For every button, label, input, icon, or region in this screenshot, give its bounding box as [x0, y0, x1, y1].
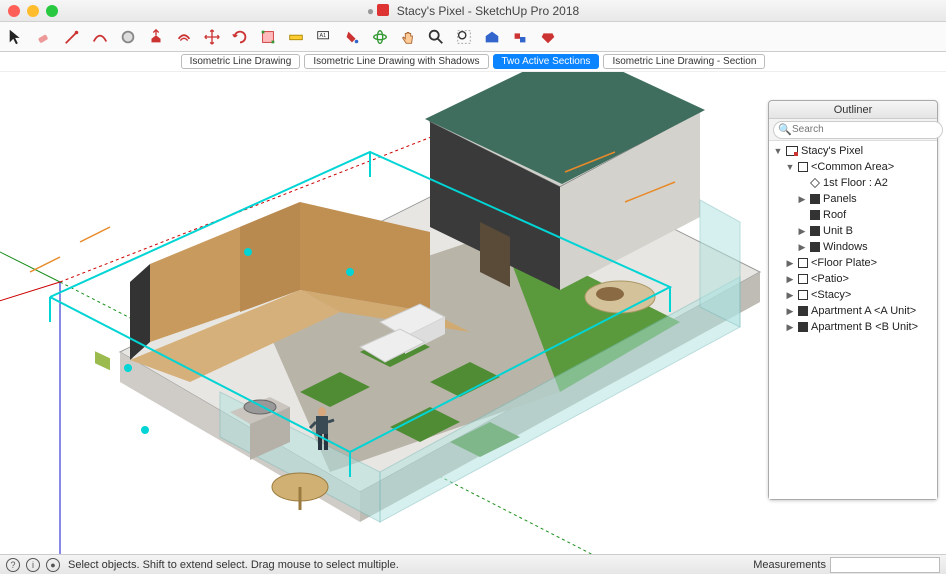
- paint-tool[interactable]: [340, 25, 364, 49]
- status-hint: Select objects. Shift to extend select. …: [68, 559, 753, 571]
- tape-tool[interactable]: [284, 25, 308, 49]
- group-icon: [798, 322, 808, 332]
- title-doc: Stacy's Pixel: [397, 4, 465, 18]
- group-icon: [810, 226, 820, 236]
- group-icon: [810, 210, 820, 220]
- group-icon: [798, 306, 808, 316]
- comp-icon: [798, 162, 808, 172]
- status-bar: ? i ● Select objects. Shift to extend se…: [0, 554, 946, 574]
- expander-icon[interactable]: ▶: [785, 274, 795, 285]
- help-icon[interactable]: ?: [6, 558, 20, 572]
- tree-label: 1st Floor : A2: [823, 177, 888, 189]
- comp-icon: [798, 258, 808, 268]
- tree-label: Apartment B <B Unit>: [811, 321, 918, 333]
- status-icons: ? i ●: [6, 558, 60, 572]
- tree-row[interactable]: ▶ <Patio>: [769, 271, 937, 287]
- tree-label: <Floor Plate>: [811, 257, 877, 269]
- move-tool[interactable]: [200, 25, 224, 49]
- doc-icon: [377, 4, 389, 16]
- line-tool[interactable]: [60, 25, 84, 49]
- titlebar: ● Stacy's Pixel - SketchUp Pro 2018: [0, 0, 946, 22]
- tree-label: Unit B: [823, 225, 853, 237]
- orbit-tool[interactable]: [368, 25, 392, 49]
- tree-label: <Stacy>: [811, 289, 851, 301]
- scale-tool[interactable]: [256, 25, 280, 49]
- model-icon: [786, 146, 798, 156]
- expander-icon[interactable]: ▶: [785, 306, 795, 317]
- outliner-search-input[interactable]: [773, 121, 943, 139]
- expander-icon[interactable]: ▶: [797, 194, 807, 205]
- comp-icon: [798, 290, 808, 300]
- measurements-input[interactable]: [830, 557, 940, 573]
- tree-label: <Common Area>: [811, 161, 894, 173]
- select-tool[interactable]: [4, 25, 28, 49]
- tree-row[interactable]: Roof: [769, 207, 937, 223]
- comp-icon: [798, 274, 808, 284]
- info-icon[interactable]: i: [26, 558, 40, 572]
- tree-row[interactable]: ▼ <Common Area>: [769, 159, 937, 175]
- pushpull-tool[interactable]: [144, 25, 168, 49]
- measurements-label: Measurements: [753, 559, 826, 571]
- tree-label: Windows: [823, 241, 868, 253]
- svg-text:A1: A1: [320, 33, 327, 39]
- tree-row[interactable]: ▶ Unit B: [769, 223, 937, 239]
- sect-icon: [810, 178, 820, 188]
- scene-tab[interactable]: Isometric Line Drawing with Shadows: [304, 54, 488, 69]
- tree-row[interactable]: ▶ Panels: [769, 191, 937, 207]
- shape-tool[interactable]: [116, 25, 140, 49]
- zoom-button[interactable]: [46, 5, 58, 17]
- pan-tool[interactable]: [396, 25, 420, 49]
- tree-label: <Patio>: [811, 273, 849, 285]
- expander-icon[interactable]: ▶: [797, 242, 807, 253]
- scene-tabs: Isometric Line Drawing Isometric Line Dr…: [0, 52, 946, 72]
- dirty-indicator: ●: [367, 4, 374, 18]
- expander-icon[interactable]: ▶: [785, 290, 795, 301]
- close-button[interactable]: [8, 5, 20, 17]
- offset-tool[interactable]: [172, 25, 196, 49]
- rotate-tool[interactable]: [228, 25, 252, 49]
- expander-icon[interactable]: ▶: [785, 258, 795, 269]
- outliner-tree[interactable]: ▼ Stacy's Pixel ▼ <Common Area> 1st Floor : …: [769, 141, 937, 499]
- tree-row[interactable]: ▶ <Floor Plate>: [769, 255, 937, 271]
- measurements-group: Measurements: [753, 557, 940, 573]
- window-controls: [8, 5, 58, 17]
- outliner-title[interactable]: Outliner: [769, 101, 937, 119]
- window-title: ● Stacy's Pixel - SketchUp Pro 2018: [0, 4, 946, 18]
- extension-tool[interactable]: [508, 25, 532, 49]
- expander-icon[interactable]: ▶: [785, 322, 795, 333]
- expander-icon[interactable]: ▶: [797, 226, 807, 237]
- text-tool[interactable]: A1: [312, 25, 336, 49]
- tree-label: Stacy's Pixel: [801, 145, 863, 157]
- tree-row[interactable]: ▶ <Stacy>: [769, 287, 937, 303]
- tree-row[interactable]: ▼ Stacy's Pixel: [769, 143, 937, 159]
- title-app: SketchUp Pro 2018: [475, 4, 579, 18]
- main-viewport-area: Outliner 🔍 ➧ ▼ Stacy's Pixel ▼ <Common Area…: [0, 72, 946, 554]
- group-icon: [810, 194, 820, 204]
- tree-row[interactable]: ▶ Apartment A <A Unit>: [769, 303, 937, 319]
- tree-label: Roof: [823, 209, 846, 221]
- warehouse-tool[interactable]: [480, 25, 504, 49]
- expander-icon[interactable]: ▼: [773, 146, 783, 156]
- scene-tab[interactable]: Isometric Line Drawing: [181, 54, 301, 69]
- tree-label: Apartment A <A Unit>: [811, 305, 916, 317]
- tree-row[interactable]: ▶ Windows: [769, 239, 937, 255]
- tree-label: Panels: [823, 193, 857, 205]
- zoom-extents-tool[interactable]: [452, 25, 476, 49]
- outliner-panel[interactable]: Outliner 🔍 ➧ ▼ Stacy's Pixel ▼ <Common Area…: [768, 100, 938, 500]
- tree-row[interactable]: 1st Floor : A2: [769, 175, 937, 191]
- tree-row[interactable]: ▶ Apartment B <B Unit>: [769, 319, 937, 335]
- search-icon: 🔍: [778, 123, 792, 136]
- minimize-button[interactable]: [27, 5, 39, 17]
- scene-tab[interactable]: Isometric Line Drawing - Section: [603, 54, 765, 69]
- eraser-tool[interactable]: [32, 25, 56, 49]
- group-icon: [810, 242, 820, 252]
- main-toolbar: A1: [0, 22, 946, 52]
- outliner-search-row: 🔍 ➧: [769, 119, 937, 141]
- scene-tab-active[interactable]: Two Active Sections: [493, 54, 600, 69]
- zoom-tool[interactable]: [424, 25, 448, 49]
- arc-tool[interactable]: [88, 25, 112, 49]
- ruby-tool[interactable]: [536, 25, 560, 49]
- user-icon[interactable]: ●: [46, 558, 60, 572]
- expander-icon[interactable]: ▼: [785, 162, 795, 172]
